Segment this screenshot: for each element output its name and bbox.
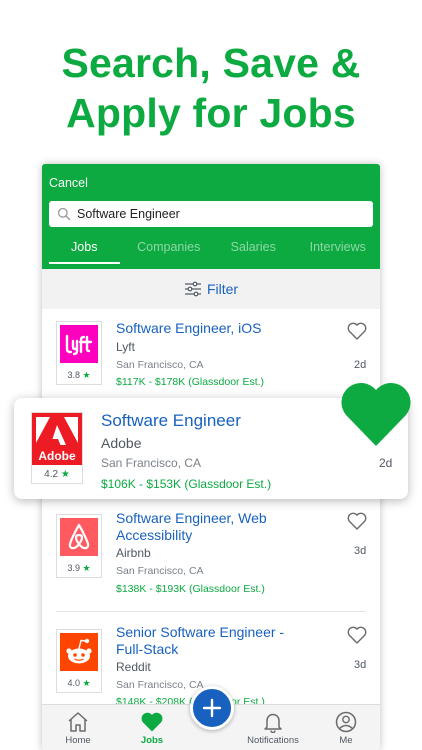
tab-companies[interactable]: Companies <box>127 234 212 264</box>
posted-age: 2d <box>354 359 367 371</box>
star-icon: ★ <box>82 563 91 573</box>
company-name: Airbnb <box>116 546 151 560</box>
company-rating: 3.8 ★ <box>67 370 91 380</box>
job-list: 3.8 ★ Software Engineer, iOS Lyft San Fr… <box>42 309 380 708</box>
posted-age: 3d <box>354 545 367 557</box>
company-logo: 3.8 ★ <box>56 321 102 385</box>
reddit-logo <box>57 630 101 673</box>
nav-home[interactable]: Home <box>48 711 108 746</box>
posted-age: 3d <box>354 659 367 671</box>
job-title-line1: Senior Software Engineer - <box>116 624 285 640</box>
job-title[interactable]: Software Engineer <box>101 411 241 431</box>
company-rating: 4.2 ★ <box>44 469 70 480</box>
company-name: Lyft <box>116 340 135 354</box>
nav-home-label: Home <box>65 735 91 746</box>
promo-headline-line1: Search, Save & <box>61 40 361 86</box>
company-name: Reddit <box>116 660 151 674</box>
posted-age: 2d <box>379 456 393 470</box>
job-title[interactable]: Software Engineer, iOS <box>116 320 262 337</box>
job-title-line2: Accessibility <box>116 527 193 543</box>
job-title[interactable]: Software Engineer, Web Accessibility <box>116 510 267 544</box>
company-rating: 3.9 ★ <box>67 563 91 573</box>
bell-icon <box>264 713 282 733</box>
adobe-logo-text: Adobe <box>38 449 76 463</box>
tab-interviews[interactable]: Interviews <box>296 234 381 264</box>
bottom-nav: Home Jobs Notifications Me <box>42 686 380 750</box>
home-icon <box>68 712 88 732</box>
company-logo: Adobe 4.2 ★ <box>31 412 83 484</box>
salary-estimate: $106K - $153K (Glassdoor Est.) <box>101 477 272 491</box>
salary-estimate: $138K - $193K (Glassdoor Est.) <box>116 583 265 595</box>
lyft-logo <box>57 322 101 365</box>
airbnb-logo <box>57 515 101 558</box>
salary-estimate: $117K - $178K (Glassdoor Est.) <box>116 376 265 388</box>
job-title-line1: Software Engineer, Web <box>116 510 267 526</box>
star-icon: ★ <box>60 469 70 480</box>
promo-headline: Search, Save & Apply for Jobs <box>0 38 422 138</box>
promo-headline-line2: Apply for Jobs <box>66 90 356 136</box>
heart-icon <box>141 712 163 732</box>
star-icon: ★ <box>82 370 91 380</box>
saved-heart-icon[interactable] <box>340 380 412 448</box>
star-icon: ★ <box>82 678 91 688</box>
nav-jobs[interactable]: Jobs <box>122 711 182 746</box>
cancel-button[interactable]: Cancel <box>49 176 88 190</box>
nav-jobs-label: Jobs <box>140 735 164 746</box>
nav-me-label: Me <box>339 735 353 746</box>
job-location: San Francisco, CA <box>116 565 204 577</box>
tab-jobs[interactable]: Jobs <box>42 234 127 264</box>
list-divider <box>56 611 366 612</box>
search-header: Cancel Jobs Companies Salaries Interview… <box>42 164 380 269</box>
plus-icon <box>202 698 222 718</box>
filter-button[interactable]: Filter <box>42 269 380 309</box>
job-card-airbnb[interactable]: 3.9 ★ Software Engineer, Web Accessibili… <box>42 504 380 607</box>
nav-notifications-label: Notifications <box>247 735 299 746</box>
job-location: San Francisco, CA <box>116 679 204 691</box>
tab-salaries[interactable]: Salaries <box>211 234 296 264</box>
job-card-lyft[interactable]: 3.8 ★ Software Engineer, iOS Lyft San Fr… <box>42 309 380 399</box>
profile-icon <box>335 711 357 733</box>
job-title-line2: Full-Stack <box>116 641 179 657</box>
search-box[interactable] <box>49 201 373 227</box>
add-button[interactable] <box>190 686 234 730</box>
search-input[interactable] <box>77 207 357 221</box>
nav-notifications[interactable]: Notifications <box>239 711 307 746</box>
save-heart-icon[interactable] <box>347 512 367 530</box>
job-location: San Francisco, CA <box>116 359 204 371</box>
search-icon <box>57 207 71 221</box>
filter-label: Filter <box>206 281 239 297</box>
nav-me[interactable]: Me <box>316 711 376 746</box>
search-tabs: Jobs Companies Salaries Interviews <box>42 234 380 264</box>
company-rating: 4.0 ★ <box>67 678 91 688</box>
company-name: Adobe <box>101 435 142 451</box>
save-heart-icon[interactable] <box>347 626 367 644</box>
job-title[interactable]: Senior Software Engineer - Full-Stack <box>116 624 284 658</box>
company-logo: 3.9 ★ <box>56 514 102 578</box>
job-location: San Francisco, CA <box>101 456 202 470</box>
filter-icon <box>184 281 201 297</box>
save-heart-icon[interactable] <box>347 322 367 340</box>
company-logo: 4.0 ★ <box>56 629 102 693</box>
